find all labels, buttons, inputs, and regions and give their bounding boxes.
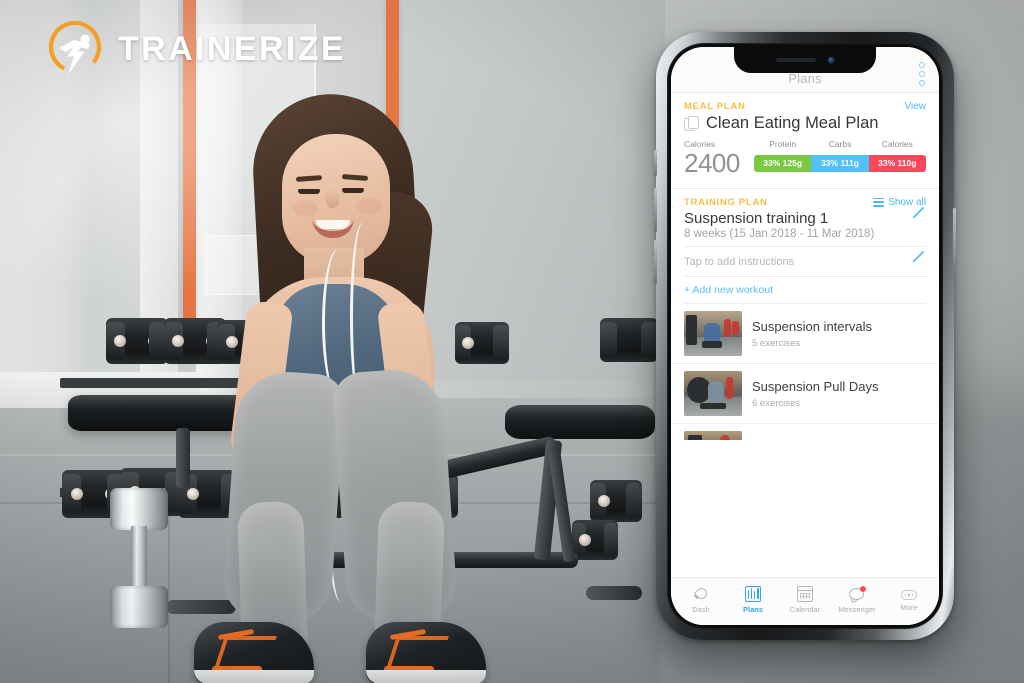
workout-photo-thumbnail xyxy=(684,430,742,441)
tab-more[interactable]: More xyxy=(883,587,935,612)
chat-bubble-icon xyxy=(849,585,866,602)
rocket-icon xyxy=(693,586,709,602)
edit-instructions-pencil-icon[interactable] xyxy=(912,255,926,269)
training-plan-section-label: TRAINING PLAN xyxy=(684,196,768,208)
workout-title: Suspension intervals xyxy=(752,318,872,334)
training-plan-name-row: Suspension training 1 xyxy=(684,210,926,227)
training-plan-dates: 8 weeks (15 Jan 2018 - 11 Mar 2018) xyxy=(684,227,875,240)
power-button[interactable] xyxy=(953,208,956,280)
tab-label-dash: Dash xyxy=(692,604,710,614)
screenshot-root: TRAINERIZE Plans MEAL PLAN View Clean Ea… xyxy=(0,0,1024,683)
calories-value: 2400 xyxy=(684,148,740,178)
trainerize-athlete-bolt-icon xyxy=(44,18,106,80)
workout-exercise-count: 6 exercises xyxy=(752,397,801,409)
workout-exercise-count: 5 exercises xyxy=(752,337,801,349)
content-spacer xyxy=(671,440,939,577)
training-plan-card: TRAINING PLAN Show all Suspension traini… xyxy=(671,189,939,304)
macro-label-protein: Protein xyxy=(769,139,797,149)
volume-up-button[interactable] xyxy=(654,188,657,232)
macro-segment-protein: 33% 125g xyxy=(754,154,812,172)
workout-list-item[interactable]: Suspension intervals 5 exercises xyxy=(671,304,939,364)
kebab-menu-icon[interactable] xyxy=(919,62,925,86)
macro-values-row: 2400 33% 125g 33% 111g 33% 110g xyxy=(684,149,926,178)
edit-plan-pencil-icon[interactable] xyxy=(912,211,926,225)
phone-bezel: Plans MEAL PLAN View Clean Eating Meal P… xyxy=(667,43,943,629)
meal-plan-card: MEAL PLAN View Clean Eating Meal Plan Ca… xyxy=(671,93,939,189)
meal-plan-title-row[interactable]: Clean Eating Meal Plan xyxy=(684,114,926,133)
phone-screen: Plans MEAL PLAN View Clean Eating Meal P… xyxy=(671,47,939,625)
instructions-placeholder: Tap to add instructions xyxy=(684,255,795,268)
volume-buttons[interactable] xyxy=(654,150,657,176)
tab-dash[interactable]: Dash xyxy=(675,586,727,614)
macro-segment-carbs: 33% 111g xyxy=(811,154,869,172)
trainerize-logo: TRAINERIZE xyxy=(44,18,346,80)
workout-title: Suspension Pull Days xyxy=(752,378,879,394)
training-plan-name: Suspension training 1 xyxy=(684,209,829,227)
workout-photo-thumbnail xyxy=(684,370,742,416)
tab-calendar[interactable]: Calendar xyxy=(779,585,831,614)
macro-distribution-bar[interactable]: 33% 125g 33% 111g 33% 110g xyxy=(754,154,926,172)
plans-bars-icon xyxy=(745,585,761,602)
notification-badge-dot xyxy=(860,585,866,592)
more-dots-icon xyxy=(901,590,917,600)
meal-plan-title: Clean Eating Meal Plan xyxy=(706,114,879,132)
macro-label-calories: Calories xyxy=(881,139,913,149)
app-content: MEAL PLAN View Clean Eating Meal Plan Ca… xyxy=(671,93,939,625)
workout-list-item[interactable]: Suspension Push Days 7 exercises xyxy=(671,424,939,441)
workout-photo-thumbnail xyxy=(684,310,742,356)
meal-plan-header: MEAL PLAN View xyxy=(684,101,926,112)
bottom-tab-bar: Dash Plans Calendar Messenger More xyxy=(671,577,939,625)
show-all-button[interactable]: Show all xyxy=(873,197,926,208)
volume-down-button[interactable] xyxy=(654,240,657,284)
phone-notch xyxy=(734,47,876,73)
tab-plans[interactable]: Plans xyxy=(727,585,779,614)
tab-messenger[interactable]: Messenger xyxy=(831,585,883,614)
front-camera-icon xyxy=(827,56,835,64)
tab-label-more: More xyxy=(900,603,918,612)
document-copy-icon xyxy=(684,115,699,132)
add-new-workout-link[interactable]: + Add new workout xyxy=(684,277,926,304)
meal-plan-view-link[interactable]: View xyxy=(905,101,927,112)
workout-list: Suspension intervals 5 exercises Suspens… xyxy=(671,304,939,441)
page-title: Plans xyxy=(788,71,822,86)
tab-label-messenger: Messenger xyxy=(838,604,876,614)
earpiece-speaker-icon xyxy=(775,58,816,62)
tab-label-plans: Plans xyxy=(742,604,763,614)
hamburger-icon xyxy=(873,197,885,207)
macro-segment-calories: 33% 110g xyxy=(868,154,926,172)
meal-plan-section-label: MEAL PLAN xyxy=(684,101,746,112)
calendar-icon xyxy=(797,585,813,602)
instructions-row[interactable]: Tap to add instructions xyxy=(684,245,926,277)
training-plan-header: TRAINING PLAN Show all xyxy=(684,197,926,208)
brand-name: TRAINERIZE xyxy=(118,29,346,68)
smartphone-mockup: Plans MEAL PLAN View Clean Eating Meal P… xyxy=(654,32,956,640)
workout-list-item[interactable]: Suspension Pull Days 6 exercises xyxy=(671,364,939,424)
show-all-label: Show all xyxy=(888,196,926,208)
macro-label-carbs: Carbs xyxy=(828,139,852,149)
tab-label-calendar: Calendar xyxy=(789,604,821,614)
